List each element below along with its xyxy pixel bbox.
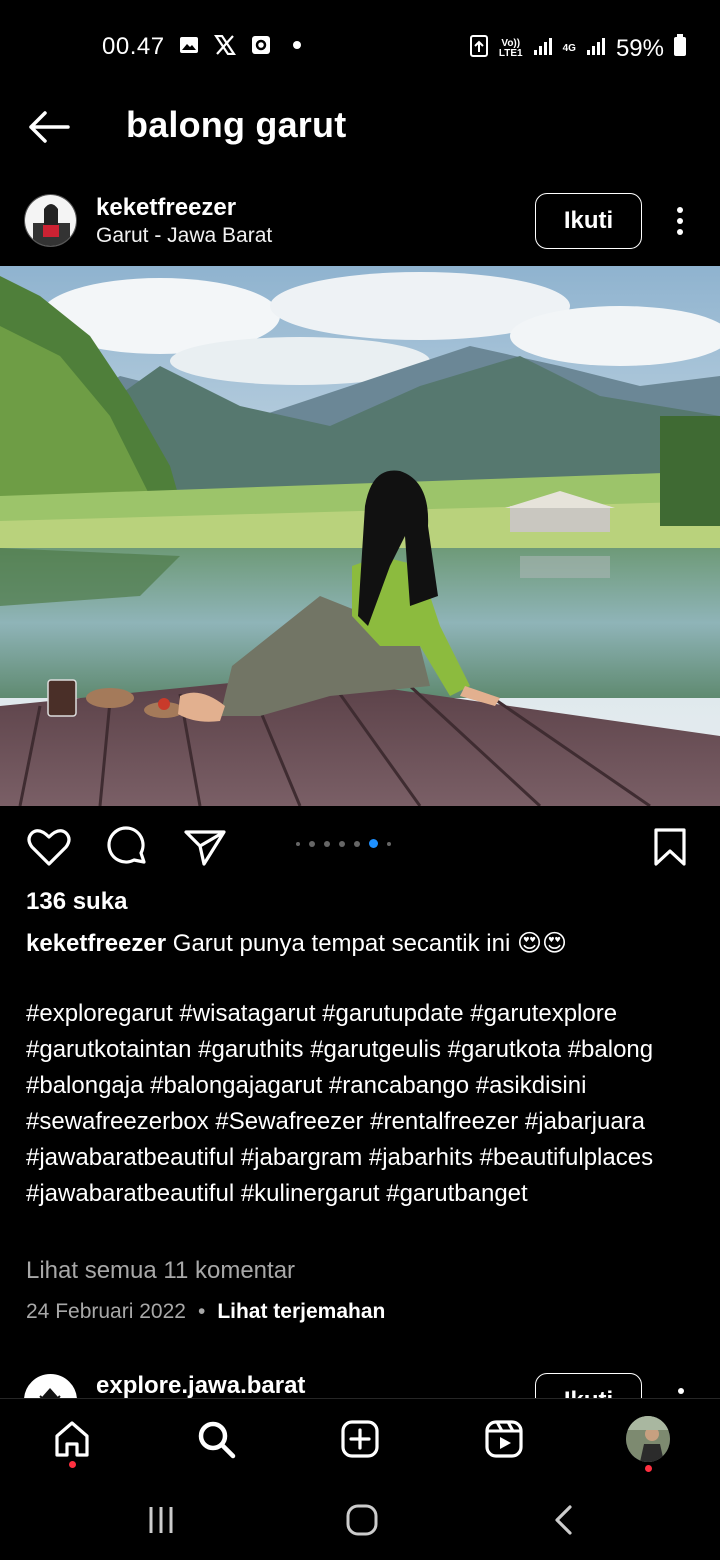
meta-separator: • bbox=[197, 1300, 206, 1323]
like-heart-icon[interactable] bbox=[26, 824, 72, 870]
translate-link[interactable]: Lihat terjemahan bbox=[217, 1300, 385, 1324]
status-system-icons: Vo)) LTE1 4G 59% bbox=[469, 33, 686, 64]
carousel-dot bbox=[387, 841, 391, 846]
status-notification-icons bbox=[178, 34, 308, 56]
status-bar: 00.47 Vo)) LTE1 4G 59% bbox=[0, 0, 720, 92]
comment-icon[interactable] bbox=[104, 824, 150, 870]
volte-label: Vo)) LTE1 bbox=[498, 37, 523, 59]
signal-icon-2 bbox=[586, 35, 606, 63]
bookmark-icon[interactable] bbox=[650, 824, 696, 870]
post-date: 24 Februari 2022 bbox=[26, 1300, 186, 1323]
carousel-dot bbox=[309, 840, 315, 847]
home-icon[interactable] bbox=[50, 1417, 94, 1461]
gallery-icon bbox=[178, 34, 200, 56]
create-post-icon[interactable] bbox=[338, 1417, 382, 1461]
signal-icon-1 bbox=[533, 35, 553, 63]
carousel-dot bbox=[354, 840, 360, 847]
post-meta: 24 Februari 2022 • Lihat terjemahan bbox=[26, 1300, 385, 1324]
post-username[interactable]: keketfreezer bbox=[96, 194, 236, 222]
top-header: balong garut bbox=[0, 92, 720, 162]
post-header: keketfreezer Garut - Jawa Barat Ikuti bbox=[0, 186, 720, 256]
post-actions bbox=[0, 820, 720, 874]
share-send-icon[interactable] bbox=[182, 824, 228, 870]
back-button-icon[interactable] bbox=[544, 1500, 584, 1540]
next-post-avatar[interactable] bbox=[24, 1374, 77, 1398]
x-icon bbox=[214, 34, 236, 56]
user-avatar[interactable] bbox=[24, 194, 77, 247]
more-options-icon[interactable] bbox=[668, 204, 692, 238]
system-navigation bbox=[0, 1478, 720, 1560]
carousel-indicator bbox=[296, 839, 391, 848]
network-type: 4G bbox=[562, 42, 576, 54]
page-title: balong garut bbox=[126, 104, 347, 145]
profile-notification-dot bbox=[645, 1465, 652, 1472]
lake-landscape-image bbox=[0, 266, 720, 806]
home-button-icon[interactable] bbox=[342, 1500, 382, 1540]
post-caption: keketfreezer Garut punya tempat secantik… bbox=[26, 926, 706, 962]
reels-icon[interactable] bbox=[482, 1417, 526, 1461]
likes-count[interactable]: 136 suka bbox=[26, 888, 127, 916]
caption-text: Garut punya tempat secantik ini 😍😍 bbox=[172, 930, 567, 957]
status-time: 00.47 bbox=[102, 33, 165, 60]
carousel-dot bbox=[339, 840, 345, 847]
data-saver-icon bbox=[469, 33, 489, 64]
next-post-username[interactable]: explore.jawa.barat bbox=[96, 1372, 305, 1398]
next-post-follow-button[interactable]: Ikuti bbox=[535, 1373, 642, 1398]
home-notification-dot bbox=[69, 1461, 76, 1468]
next-post-header: explore.jawa.barat Ikuti bbox=[0, 1366, 720, 1398]
recent-apps-icon[interactable] bbox=[141, 1500, 181, 1540]
back-arrow-icon[interactable] bbox=[28, 110, 70, 144]
follow-button[interactable]: Ikuti bbox=[535, 193, 642, 249]
post-hashtags[interactable]: #exploregarut #wisatagarut #garutupdate … bbox=[26, 996, 716, 1212]
battery-percent: 59% bbox=[615, 34, 664, 62]
view-comments-link[interactable]: Lihat semua 11 komentar bbox=[26, 1257, 295, 1285]
carousel-dot-active bbox=[369, 839, 378, 848]
profile-tab[interactable] bbox=[626, 1416, 670, 1462]
carousel-dot bbox=[324, 840, 330, 847]
dot-icon bbox=[286, 34, 308, 56]
caption-username[interactable]: keketfreezer bbox=[26, 930, 166, 957]
bottom-navigation bbox=[0, 1398, 720, 1478]
next-post-more-icon[interactable] bbox=[678, 1388, 684, 1394]
carousel-dot bbox=[296, 841, 300, 846]
battery-icon bbox=[674, 34, 686, 63]
post-location[interactable]: Garut - Jawa Barat bbox=[96, 224, 272, 248]
search-icon[interactable] bbox=[194, 1417, 238, 1461]
profile-avatar bbox=[626, 1416, 670, 1462]
app-icon bbox=[250, 34, 272, 56]
post-photo[interactable] bbox=[0, 266, 720, 806]
